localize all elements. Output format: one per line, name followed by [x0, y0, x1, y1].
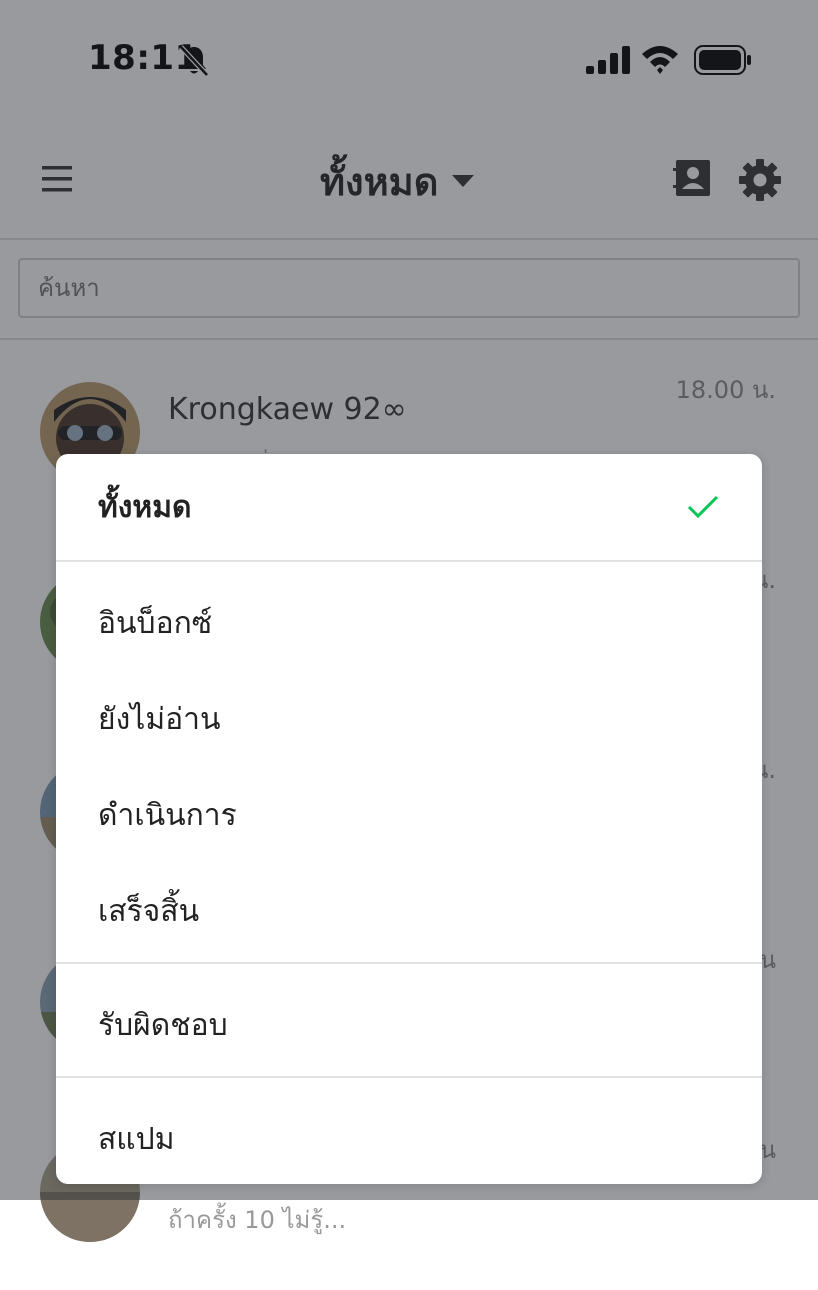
menu-divider: [56, 560, 762, 562]
filter-option-inbox[interactable]: อินบ็อกซ์: [56, 572, 762, 662]
menu-divider: [56, 1076, 762, 1078]
chat-list-screen: 18:11 ทั้งหมด ค้นหา Krongkaew 92∞ 18.00 …: [0, 0, 818, 1242]
filter-option-done[interactable]: เสร็จสิ้น: [56, 860, 762, 950]
check-icon: [687, 495, 719, 519]
filter-option-label: ดำเนินการ: [98, 798, 237, 833]
menu-divider: [56, 962, 762, 964]
filter-option-label: อินบ็อกซ์: [98, 606, 213, 641]
filter-option-label: ทั้งหมด: [98, 490, 192, 525]
filter-option-spam[interactable]: สแปม: [56, 1088, 762, 1178]
filter-option-label: รับผิดชอบ: [98, 1008, 228, 1043]
chat-preview: ถ้าครั้ง 10 ไม่รู้...: [168, 1206, 347, 1234]
filter-option-assigned[interactable]: รับผิดชอบ: [56, 974, 762, 1064]
filter-option-label: เสร็จสิ้น: [98, 894, 200, 929]
filter-option-in-progress[interactable]: ดำเนินการ: [56, 764, 762, 854]
filter-dropdown: ทั้งหมด อินบ็อกซ์ ยังไม่อ่าน ดำเนินการ เ…: [56, 454, 762, 1184]
filter-option-unread[interactable]: ยังไม่อ่าน: [56, 668, 762, 758]
filter-option-label: สแปม: [98, 1122, 175, 1157]
filter-option-all[interactable]: ทั้งหมด: [56, 454, 762, 560]
filter-option-label: ยังไม่อ่าน: [98, 702, 221, 737]
